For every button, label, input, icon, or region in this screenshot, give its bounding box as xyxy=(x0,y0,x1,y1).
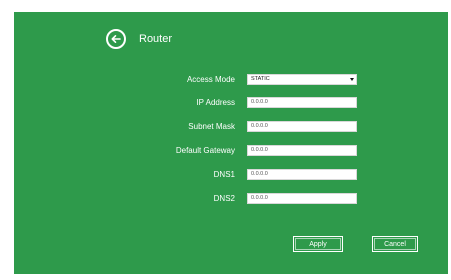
subnet-mask-label: Subnet Mask xyxy=(188,122,235,131)
header: Router xyxy=(106,29,172,49)
apply-button[interactable]: Apply xyxy=(293,236,343,252)
dns1-field[interactable]: 0.0.0.0 xyxy=(247,169,357,180)
ip-address-row: IP Address 0.0.0.0 xyxy=(14,96,448,110)
access-mode-row: Access Mode STATIC xyxy=(14,73,448,87)
subnet-mask-row: Subnet Mask 0.0.0.0 xyxy=(14,120,448,134)
dns2-row: DNS2 0.0.0.0 xyxy=(14,192,448,206)
subnet-mask-field[interactable]: 0.0.0.0 xyxy=(247,121,357,132)
ip-address-label: IP Address xyxy=(196,98,235,107)
back-arrow-icon xyxy=(111,35,121,43)
dns2-label: DNS2 xyxy=(213,194,235,203)
dns2-field[interactable]: 0.0.0.0 xyxy=(247,193,357,204)
default-gateway-field[interactable]: 0.0.0.0 xyxy=(247,145,357,156)
access-mode-select[interactable]: STATIC xyxy=(247,74,357,85)
chevron-down-icon xyxy=(350,78,354,81)
router-settings-panel: Router Access Mode STATIC IP Address 0.0… xyxy=(14,12,448,274)
dns1-row: DNS1 0.0.0.0 xyxy=(14,168,448,182)
page-title: Router xyxy=(139,33,173,45)
ip-address-field[interactable]: 0.0.0.0 xyxy=(247,97,357,108)
back-button[interactable] xyxy=(106,29,126,49)
access-mode-label: Access Mode xyxy=(186,75,235,84)
dns1-label: DNS1 xyxy=(213,170,235,179)
default-gateway-label: Default Gateway xyxy=(175,146,235,155)
access-mode-value: STATIC xyxy=(251,76,270,82)
cancel-button[interactable]: Cancel xyxy=(372,236,418,252)
default-gateway-row: Default Gateway 0.0.0.0 xyxy=(14,144,448,158)
